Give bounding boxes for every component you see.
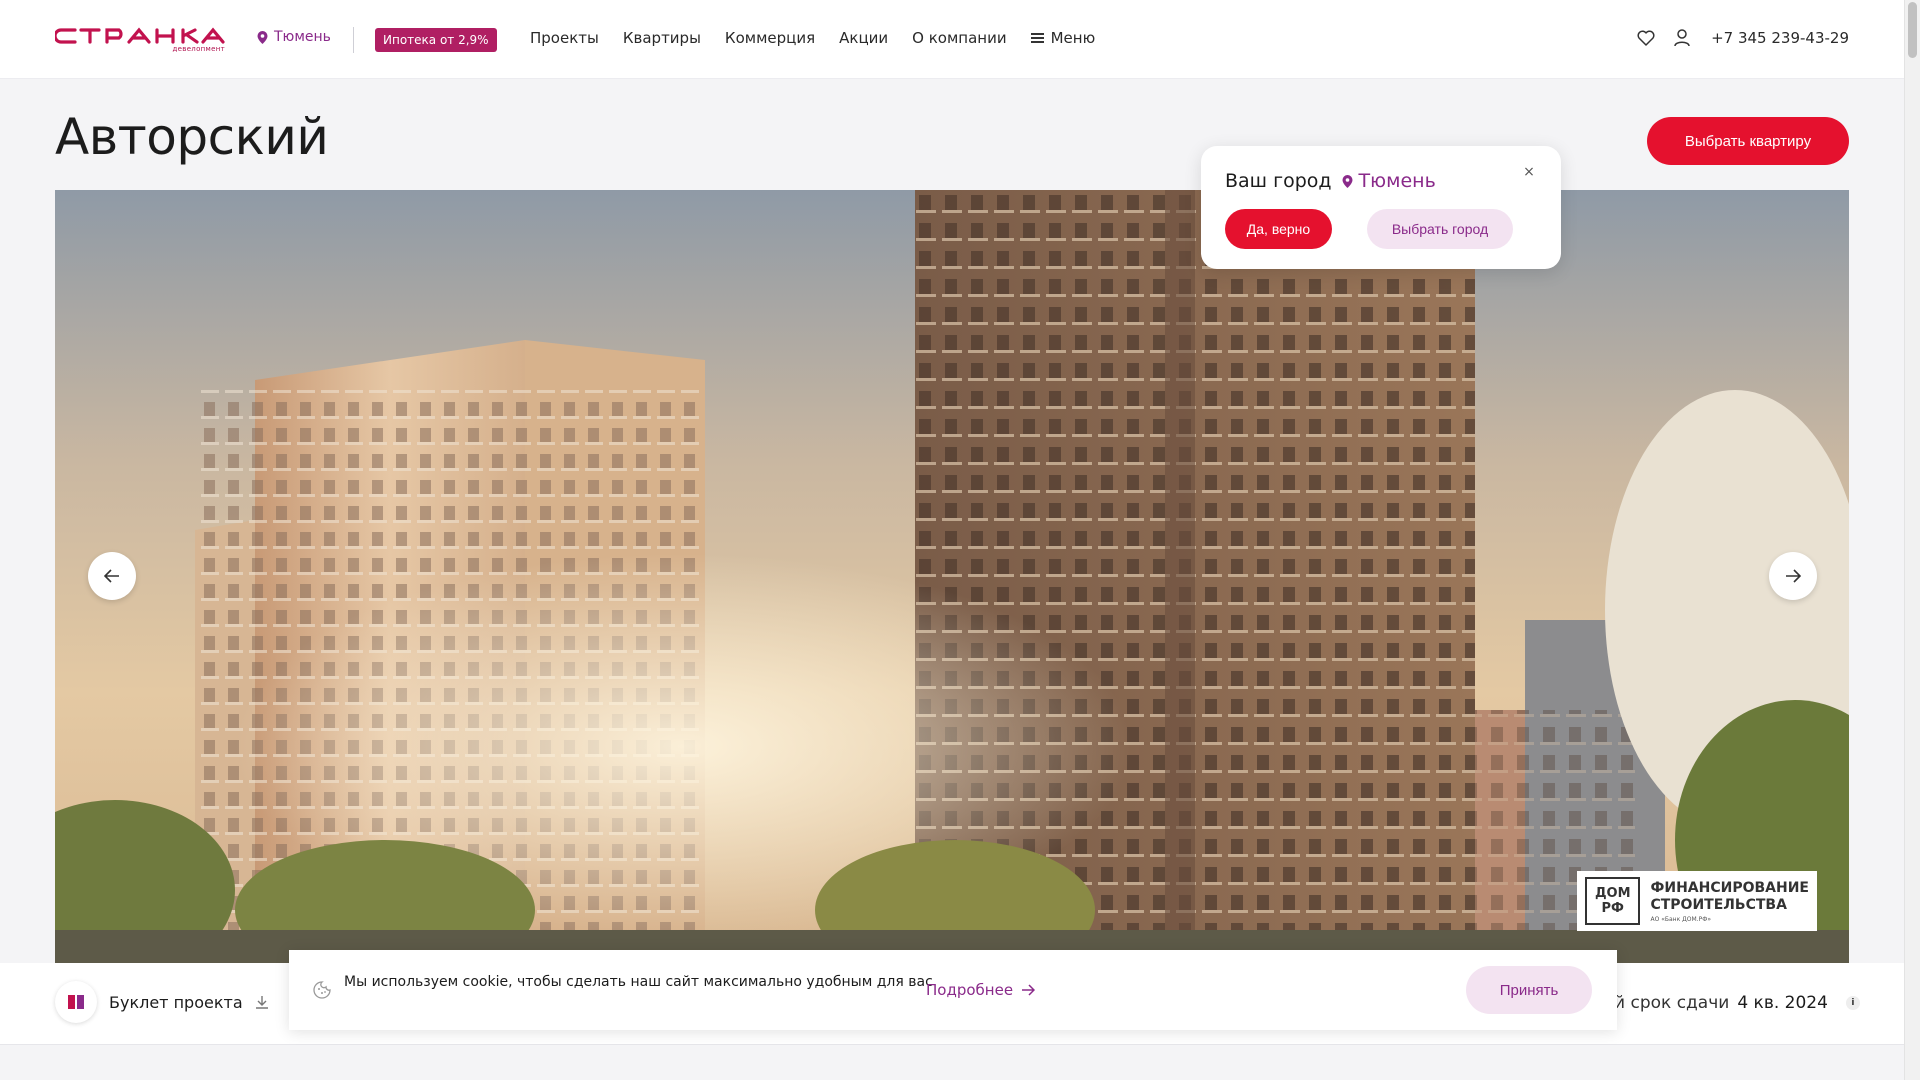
page-scrollbar[interactable] [1904,0,1920,1080]
scrollbar-thumb[interactable] [1908,2,1917,58]
cookie-more-label: Подробнее [926,981,1014,999]
cookie-banner: Мы используем cookie, чтобы сделать наш … [289,950,1617,1030]
city-question: Ваш город Тюмень [1225,170,1436,192]
location-pin-icon [1342,174,1353,188]
arrow-left-icon [104,569,119,583]
domrf-bank-name: АО «Банк ДОМ.РФ» [1650,915,1712,923]
domrf-text: ФИНАНСИРОВАНИЕ СТРОИТЕЛЬСТВА АО «Банк ДО… [1650,880,1809,923]
nav-projects[interactable]: Проекты [530,29,599,47]
nav-commerce[interactable]: Коммерция [725,29,815,47]
domrf-title-line2: СТРОИТЕЛЬСТВА [1650,896,1787,913]
city-confirm-popup: Ваш город Тюмень × Да, верно Выбрать гор… [1201,146,1561,269]
deadline-value: 4 кв. 2024 [1737,993,1828,1013]
profile-button[interactable] [1671,27,1693,49]
city-name: Тюмень [274,29,331,45]
slider-prev-button[interactable] [88,552,136,600]
project-booklet-link[interactable]: Буклет проекта [55,981,269,1023]
popup-city-name: Тюмень [1358,170,1436,192]
cookie-more-link[interactable]: Подробнее [926,981,1036,999]
domrf-title-line1: ФИНАНСИРОВАНИЕ [1650,879,1809,896]
phone-number[interactable]: +7 345 239-43-29 [1711,29,1849,47]
page-title: Авторский [55,108,329,166]
choose-city-button[interactable]: Выбрать город [1367,209,1513,249]
company-logo[interactable]: девелопмент [55,27,225,53]
nav-about[interactable]: О компании [912,29,1006,47]
close-icon[interactable]: × [1521,164,1537,180]
main-nav: Проекты Квартиры Коммерция Акции О компа… [530,29,1095,47]
domrf-logo-top: ДОМ [1594,886,1631,901]
mortgage-promo-badge[interactable]: Ипотека от 2,9% [375,28,497,52]
city-selector[interactable]: Тюмень [257,29,331,45]
slider-next-button[interactable] [1769,552,1817,600]
favorites-button[interactable] [1635,27,1657,49]
header-actions: +7 345 239-43-29 [1635,27,1849,49]
download-icon [255,996,268,1009]
hamburger-icon [1030,33,1044,43]
domrf-financing-badge: ДОМ РФ ФИНАНСИРОВАНИЕ СТРОИТЕЛЬСТВА АО «… [1577,871,1817,931]
hero-image [55,190,1849,963]
user-icon [1674,29,1690,47]
arrow-right-icon [1022,984,1036,996]
logo-subtitle: девелопмент [172,45,225,53]
logo-wordmark [55,27,225,44]
popup-city: Тюмень [1342,170,1436,192]
menu-button[interactable]: Меню [1030,29,1096,47]
domrf-logo: ДОМ РФ [1585,877,1641,925]
hero-slider: ДОМ РФ ФИНАНСИРОВАНИЕ СТРОИТЕЛЬСТВА АО «… [55,190,1849,963]
domrf-logo-bottom: РФ [1601,901,1624,916]
confirm-city-button[interactable]: Да, верно [1225,209,1332,249]
choose-apartment-button[interactable]: Выбрать квартиру [1647,117,1849,165]
city-question-label: Ваш город [1225,170,1332,192]
heart-icon [1637,30,1655,46]
site-header: девелопмент Тюмень Ипотека от 2,9% Проек… [0,0,1904,79]
arrow-right-icon [1786,569,1801,583]
info-icon[interactable]: i [1845,996,1860,1010]
menu-label: Меню [1050,29,1096,47]
deadline-label: ий срок сдачи [1603,993,1730,1013]
header-divider [353,27,354,53]
location-pin-icon [257,30,268,44]
nav-promotions[interactable]: Акции [839,29,888,47]
cookie-accept-button[interactable]: Принять [1466,966,1592,1014]
completion-deadline: ий срок сдачи 4 кв. 2024 i [1603,993,1860,1013]
booklet-icon [55,981,97,1023]
nav-apartments[interactable]: Квартиры [623,29,701,47]
booklet-label: Буклет проекта [109,992,243,1012]
cookie-icon [313,981,331,999]
cookie-message: Мы используем cookie, чтобы сделать наш … [344,974,933,990]
